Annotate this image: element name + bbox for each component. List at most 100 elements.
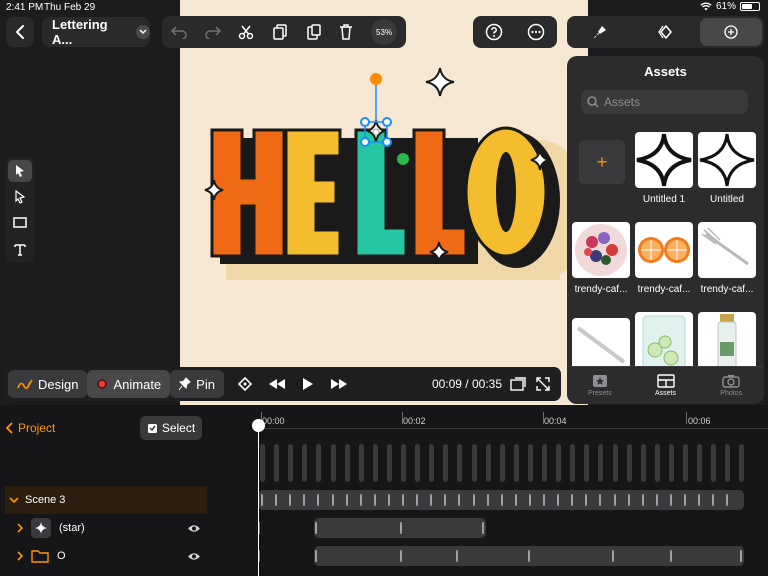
scene-keyframe-marker[interactable]: [317, 494, 320, 506]
keyframe-marker[interactable]: [400, 522, 402, 534]
undo-icon[interactable]: [170, 25, 187, 39]
scene-keyframe-marker[interactable]: [289, 494, 292, 506]
project-back-button[interactable]: Project: [6, 416, 55, 440]
tab-photos[interactable]: Photos: [698, 367, 764, 404]
scene-keyframe-marker[interactable]: [500, 494, 503, 506]
play-icon[interactable]: [302, 377, 314, 391]
letter-e[interactable]: [284, 128, 342, 258]
scene-keyframe-marker[interactable]: [373, 494, 376, 506]
scene-keyframe-marker[interactable]: [684, 494, 686, 506]
tab-style[interactable]: [569, 18, 631, 46]
tab-effects[interactable]: [635, 18, 697, 46]
scene-keyframe-marker[interactable]: [387, 494, 390, 506]
fit-frame-icon[interactable]: [510, 377, 526, 391]
scene-keyframe-marker[interactable]: [444, 494, 447, 506]
direct-select-tool[interactable]: [8, 186, 32, 208]
time-ruler[interactable]: [258, 428, 768, 429]
scene-keyframe-marker[interactable]: [275, 494, 278, 506]
scene-keyframe-marker[interactable]: [359, 494, 362, 506]
asset-item[interactable]: Untitled: [698, 132, 756, 205]
zoom-level-button[interactable]: 53%: [371, 19, 398, 45]
scene-keyframe-marker[interactable]: [514, 494, 517, 506]
pin-mode-button[interactable]: Pin: [170, 370, 224, 398]
rewind-icon[interactable]: [268, 378, 286, 390]
scene-track[interactable]: [258, 490, 744, 510]
scene-keyframe-marker[interactable]: [486, 494, 489, 506]
asset-search-field[interactable]: Assets: [581, 90, 748, 114]
text-tool[interactable]: [8, 238, 32, 260]
scene-keyframe-marker[interactable]: [641, 494, 644, 506]
scene-keyframe-marker[interactable]: [430, 494, 433, 506]
redo-icon[interactable]: [204, 25, 221, 39]
paste-icon[interactable]: [306, 24, 322, 40]
trash-icon[interactable]: [339, 24, 353, 40]
tab-presets[interactable]: Presets: [567, 367, 633, 404]
more-options-icon[interactable]: [527, 23, 545, 41]
scene-keyframe-marker[interactable]: [712, 494, 715, 506]
scene-keyframe-marker[interactable]: [331, 494, 334, 506]
back-button[interactable]: [6, 17, 34, 47]
frame-strip-track[interactable]: [258, 444, 758, 484]
scene-keyframe-marker[interactable]: [613, 494, 616, 506]
layer-row-o[interactable]: O: [5, 542, 207, 570]
scene-keyframe-marker[interactable]: [726, 494, 729, 506]
scene-keyframe-marker[interactable]: [599, 494, 602, 506]
scene-keyframe-marker[interactable]: [627, 494, 630, 506]
animate-mode-button[interactable]: Animate: [87, 370, 171, 398]
tab-add[interactable]: [700, 18, 763, 46]
scene-keyframe-marker[interactable]: [345, 494, 348, 506]
scene-keyframe-marker[interactable]: [655, 494, 658, 506]
artboard-canvas[interactable]: [180, 0, 588, 405]
asset-item[interactable]: Untitled 1: [635, 132, 693, 205]
scene-keyframe-marker[interactable]: [416, 494, 419, 506]
layer-track-star[interactable]: [314, 518, 486, 538]
fast-forward-icon[interactable]: [330, 378, 348, 390]
help-icon[interactable]: [485, 23, 503, 41]
asset-item[interactable]: [635, 312, 693, 374]
copy-icon[interactable]: [272, 24, 288, 40]
document-title-menu[interactable]: Lettering A...: [42, 17, 150, 47]
visibility-eye-icon[interactable]: [187, 524, 201, 533]
keyframe-marker[interactable]: [528, 550, 530, 562]
scissors-icon[interactable]: [238, 24, 254, 40]
keyframe-marker[interactable]: [670, 550, 672, 562]
playhead-line[interactable]: [258, 421, 259, 576]
playhead-handle[interactable]: [252, 419, 265, 432]
keyframe-marker[interactable]: [612, 550, 614, 562]
scene-keyframe-marker[interactable]: [261, 494, 263, 506]
scene-keyframe-marker[interactable]: [585, 494, 588, 506]
scene-keyframe-marker[interactable]: [543, 494, 545, 506]
keyframe-marker[interactable]: [315, 550, 317, 562]
asset-item[interactable]: [698, 312, 756, 374]
asset-item[interactable]: trendy-caf...: [572, 222, 630, 295]
keyframe-marker[interactable]: [740, 550, 742, 562]
layer-track-o[interactable]: [314, 546, 744, 566]
scene-keyframe-marker[interactable]: [698, 494, 701, 506]
asset-item[interactable]: trendy-caf...: [635, 222, 693, 295]
layer-row-star[interactable]: (star): [5, 514, 207, 542]
asset-item[interactable]: trendy-caf...: [698, 222, 756, 295]
add-asset-button[interactable]: +: [579, 140, 625, 184]
scene-keyframe-marker[interactable]: [557, 494, 560, 506]
scene-keyframe-marker[interactable]: [458, 494, 461, 506]
hello-artwork[interactable]: [180, 0, 588, 405]
letter-o[interactable]: [464, 126, 548, 258]
visibility-eye-icon[interactable]: [187, 552, 201, 561]
scene-keyframe-marker[interactable]: [402, 494, 404, 506]
keyframe-marker[interactable]: [400, 550, 402, 562]
select-tool[interactable]: [8, 160, 32, 182]
keyframe-marker[interactable]: [456, 550, 458, 562]
shape-tool[interactable]: [8, 212, 32, 234]
scene-keyframe-marker[interactable]: [669, 494, 672, 506]
scene-keyframe-marker[interactable]: [472, 494, 475, 506]
keyframe-marker[interactable]: [315, 522, 317, 534]
scene-keyframe-marker[interactable]: [303, 494, 306, 506]
scene-row[interactable]: Scene 3: [5, 486, 207, 514]
design-mode-button[interactable]: Design: [8, 370, 88, 398]
keyframe-marker[interactable]: [482, 522, 484, 534]
scene-keyframe-marker[interactable]: [528, 494, 531, 506]
timeline-select-button[interactable]: Select: [140, 416, 202, 440]
expand-icon[interactable]: [536, 377, 550, 391]
tab-assets[interactable]: Assets: [633, 367, 699, 404]
keyframe-diamond-icon[interactable]: [237, 377, 252, 391]
